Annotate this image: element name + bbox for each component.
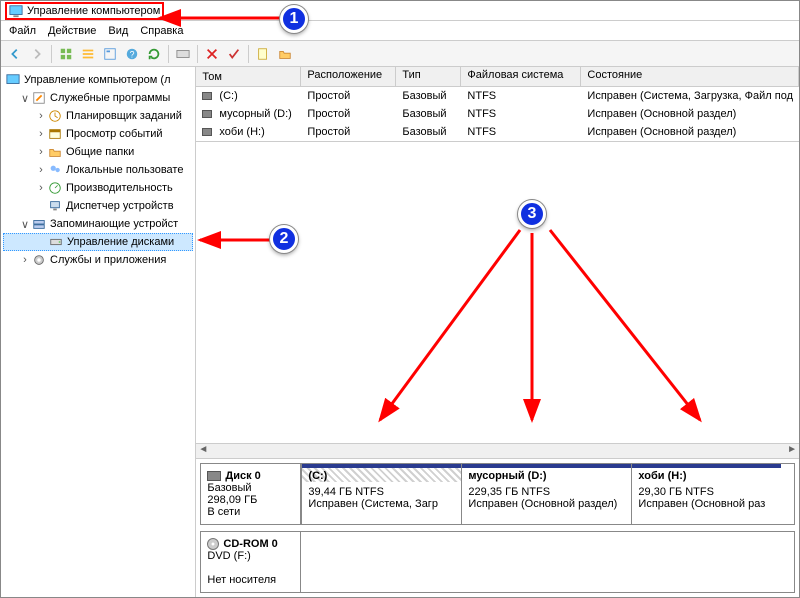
diskmgmt-icon [48,234,64,250]
col-loc[interactable]: Расположение [301,67,396,86]
tree-item-5[interactable]: ›Производительность [3,179,193,197]
tree-item-6[interactable]: Диспетчер устройств [3,197,193,215]
back-button[interactable] [5,44,25,64]
tree-item-7[interactable]: ∨Запоминающие устройст [3,215,193,233]
users-icon [47,162,63,178]
tree-root-label: Управление компьютером (л [24,74,171,86]
toolbar: ? [1,41,799,67]
titlebar: Управление компьютером [1,1,799,21]
storage-icon [31,216,47,232]
volume-list[interactable]: Том Расположение Тип Файловая система Со… [196,67,799,142]
tree-item-0[interactable]: ∨Служебные программы [3,89,193,107]
tree-root[interactable]: Управление компьютером (л [3,71,193,89]
menu-help[interactable]: Справка [140,25,183,37]
volume-row-0[interactable]: (C:)ПростойБазовыйNTFSИсправен (Система,… [196,87,799,105]
folder-icon[interactable] [275,44,295,64]
view-icon[interactable] [56,44,76,64]
devmgr-icon [47,198,63,214]
partition-0[interactable]: (C:)39,44 ГБ NTFSИсправен (Система, Загр [301,464,461,524]
volume-icon [202,92,212,100]
check-icon[interactable] [224,44,244,64]
col-state[interactable]: Состояние [581,67,799,86]
tools-icon [31,90,47,106]
settings-icon[interactable] [173,44,193,64]
menu-view[interactable]: Вид [108,25,128,37]
event-icon [47,126,63,142]
volume-icon [202,128,212,136]
partition-1[interactable]: мусорный (D:)229,35 ГБ NTFSИсправен (Осн… [461,464,631,524]
refresh-icon[interactable] [144,44,164,64]
annotation-badge-2: 2 [270,225,298,253]
tree-item-9[interactable]: ›Службы и приложения [3,251,193,269]
services-icon [31,252,47,268]
col-type[interactable]: Тип [396,67,461,86]
tree-item-1[interactable]: ›Планировщик заданий [3,107,193,125]
volume-row-2[interactable]: хоби (H:)ПростойБазовыйNTFSИсправен (Осн… [196,123,799,141]
disk0-row[interactable]: Диск 0 Базовый 298,09 ГБ В сети (C:)39,4… [200,463,795,525]
list-icon[interactable] [78,44,98,64]
menu-action[interactable]: Действие [48,25,96,37]
cd-icon [207,538,219,550]
content-pane: Том Расположение Тип Файловая система Со… [196,67,799,597]
app-icon [9,4,23,18]
svg-text:?: ? [130,49,135,59]
forward-button[interactable] [27,44,47,64]
new-icon[interactable] [253,44,273,64]
cdrom-row[interactable]: CD-ROM 0 DVD (F:) Нет носителя [200,531,795,593]
volume-row-1[interactable]: мусорный (D:)ПростойБазовыйNTFSИсправен … [196,105,799,123]
horizontal-scrollbar[interactable] [196,443,799,459]
annotation-badge-1: 1 [280,5,308,33]
annotation-badge-3: 3 [518,200,546,228]
tree-item-8[interactable]: Управление дисками [3,233,193,251]
col-tom[interactable]: Том [196,67,301,86]
folder-icon [47,144,63,160]
prop-icon[interactable] [100,44,120,64]
col-fs[interactable]: Файловая система [461,67,581,86]
menubar: Файл Действие Вид Справка [1,21,799,41]
menu-file[interactable]: Файл [9,25,36,37]
tree-item-3[interactable]: ›Общие папки [3,143,193,161]
partition-2[interactable]: хоби (H:)29,30 ГБ NTFSИсправен (Основной… [631,464,781,524]
nav-tree[interactable]: Управление компьютером (л ∨Служебные про… [1,67,196,597]
window-title: Управление компьютером [27,5,160,17]
volume-header: Том Расположение Тип Файловая система Со… [196,67,799,87]
clock-icon [47,108,63,124]
perf-icon [47,180,63,196]
help-icon[interactable]: ? [122,44,142,64]
disk-icon [207,471,221,481]
tree-item-2[interactable]: ›Просмотр событий [3,125,193,143]
tree-item-4[interactable]: ›Локальные пользовате [3,161,193,179]
delete-icon[interactable] [202,44,222,64]
disk0-label: Диск 0 Базовый 298,09 ГБ В сети [201,464,301,524]
volume-icon [202,110,212,118]
cdrom-label: CD-ROM 0 DVD (F:) Нет носителя [201,532,301,592]
